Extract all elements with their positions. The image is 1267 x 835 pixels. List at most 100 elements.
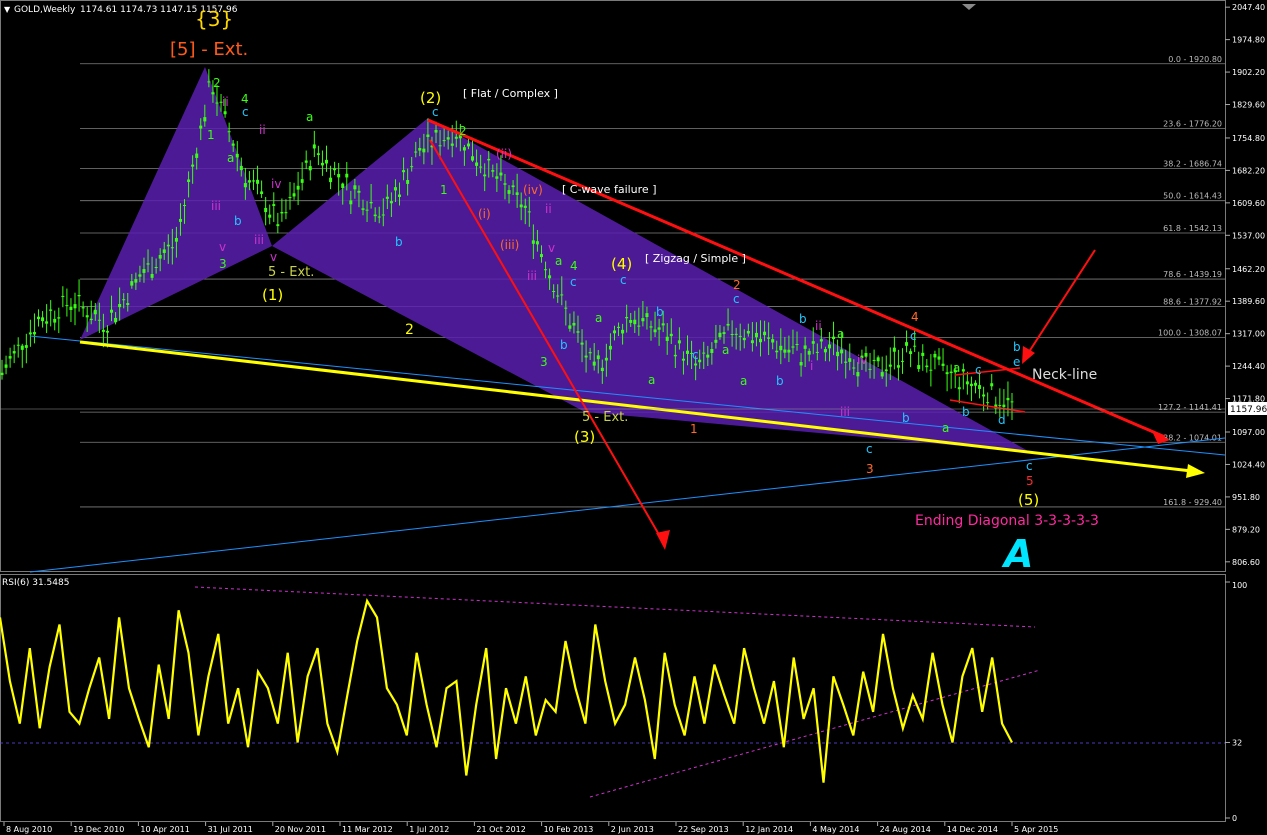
label-wave5: (5) [1018, 491, 1039, 509]
price-candle-body [479, 166, 483, 168]
price-candle-body [969, 383, 973, 387]
wave-label: 4 [241, 92, 249, 106]
wave-label: 3 [540, 355, 548, 369]
price-candle-body [101, 329, 105, 332]
time-axis-label: 24 Aug 2014 [880, 825, 931, 834]
price-candle-body [913, 345, 917, 347]
dropdown-icon[interactable]: ▼ [4, 5, 11, 14]
price-candle-body [941, 363, 945, 366]
price-candle-body [8, 356, 12, 359]
price-candle-body [178, 218, 182, 222]
label-num2: 2 [405, 322, 414, 338]
price-candle-body [552, 290, 556, 292]
price-candle-body [767, 337, 771, 339]
price-candle-body [852, 367, 856, 369]
wave-label: c [975, 363, 982, 377]
price-candle-body [28, 332, 32, 335]
price-candle-body [398, 194, 402, 197]
price-candle-body [884, 369, 888, 372]
price-candle-body [162, 249, 166, 253]
price-candle-body [657, 327, 661, 330]
price-candle-body [150, 273, 154, 278]
price-candle-body [89, 318, 93, 321]
price-candle-body [933, 353, 937, 358]
price-candle-body [617, 326, 621, 328]
wave-label: (ii) [496, 147, 512, 161]
price-candle-body [65, 305, 69, 307]
price-axis-label: 951.80 [1232, 493, 1260, 502]
price-candle-body [446, 137, 450, 140]
fib-level-label: 50.0 - 1614.43 [1163, 192, 1222, 201]
price-candle-body [896, 365, 900, 368]
time-axis-label: 11 Mar 2012 [342, 825, 393, 834]
wave-label: c [692, 348, 699, 362]
price-candle-body [872, 359, 876, 361]
label-neckline: Neck-line [1032, 367, 1097, 383]
wave-label: 2 [459, 124, 467, 138]
rsi-axis-label: 32 [1232, 738, 1242, 747]
wave-label: (i) [478, 207, 491, 221]
time-axis-label: 19 Dec 2010 [73, 825, 124, 834]
price-candle-body [195, 153, 199, 158]
price-candle-body [402, 170, 406, 173]
price-candle-body [207, 81, 211, 83]
price-candle-body [880, 372, 884, 377]
time-axis-label: 4 May 2014 [812, 825, 859, 834]
price-candle-body [499, 172, 503, 176]
price-candle-body [596, 355, 600, 360]
price-axis-label: 1902.20 [1232, 68, 1265, 77]
price-candle-body [507, 190, 511, 194]
price-candle-body [166, 244, 170, 247]
wave-label: i [810, 359, 813, 373]
wave-label: 2 [213, 76, 221, 90]
price-candle-body [925, 365, 929, 368]
chart-stage: 0.0 - 1920.80 23.6 - 1776.20 38.2 - 1686.7… [0, 0, 1267, 835]
price-candle-body [592, 361, 596, 366]
price-candle-body [345, 173, 349, 178]
price-candle-body [462, 147, 466, 151]
price-candle-body [827, 344, 831, 349]
price-candle-body [312, 144, 316, 149]
price-candle-body [381, 214, 385, 216]
wave-label: a [555, 254, 562, 268]
price-candle-body [333, 168, 337, 171]
label-cwave-failure: [ C-wave failure ] [562, 183, 656, 196]
price-candle-body [775, 350, 779, 353]
time-axis-label: 8 Aug 2010 [6, 825, 52, 834]
wave-label: 4 [911, 310, 919, 324]
wave-label: b [395, 235, 403, 249]
price-candle-body [604, 357, 608, 361]
price-candle-body [568, 325, 572, 329]
price-candle-body [442, 140, 446, 142]
price-candle-body [211, 92, 215, 95]
price-candle-body [856, 372, 860, 377]
time-axis-label: 31 Jul 2011 [208, 825, 253, 834]
price-candle-body [466, 143, 470, 147]
wave-label: 1 [690, 422, 698, 436]
price-candle-body [49, 309, 53, 311]
wave-label: iii [254, 233, 264, 247]
price-candle-body [53, 318, 57, 323]
price-candle-body [641, 318, 645, 322]
price-candle-body [998, 405, 1002, 407]
price-candle-body [57, 317, 61, 319]
price-candle-body [97, 319, 101, 321]
price-candle-body [621, 329, 625, 334]
price-candle-body [389, 201, 393, 204]
price-candle-body [629, 319, 633, 323]
fib-level-label: 78.6 - 1439.19 [1163, 270, 1222, 279]
price-axis-label: 1974.80 [1232, 36, 1265, 45]
price-candle-body [698, 359, 702, 363]
price-candle-body [264, 207, 268, 213]
price-candle-body [1002, 404, 1006, 408]
wave-label: b [1013, 340, 1021, 354]
time-axis-label: 20 Nov 2011 [275, 825, 326, 834]
price-candle-body [560, 294, 564, 296]
price-candle-body [142, 269, 146, 273]
price-candle-body [535, 241, 539, 245]
price-candle-body [519, 204, 523, 208]
price-candle-body [300, 179, 304, 183]
price-candle-body [905, 342, 909, 346]
price-candle-body [422, 148, 426, 153]
price-candle-body [803, 345, 807, 349]
